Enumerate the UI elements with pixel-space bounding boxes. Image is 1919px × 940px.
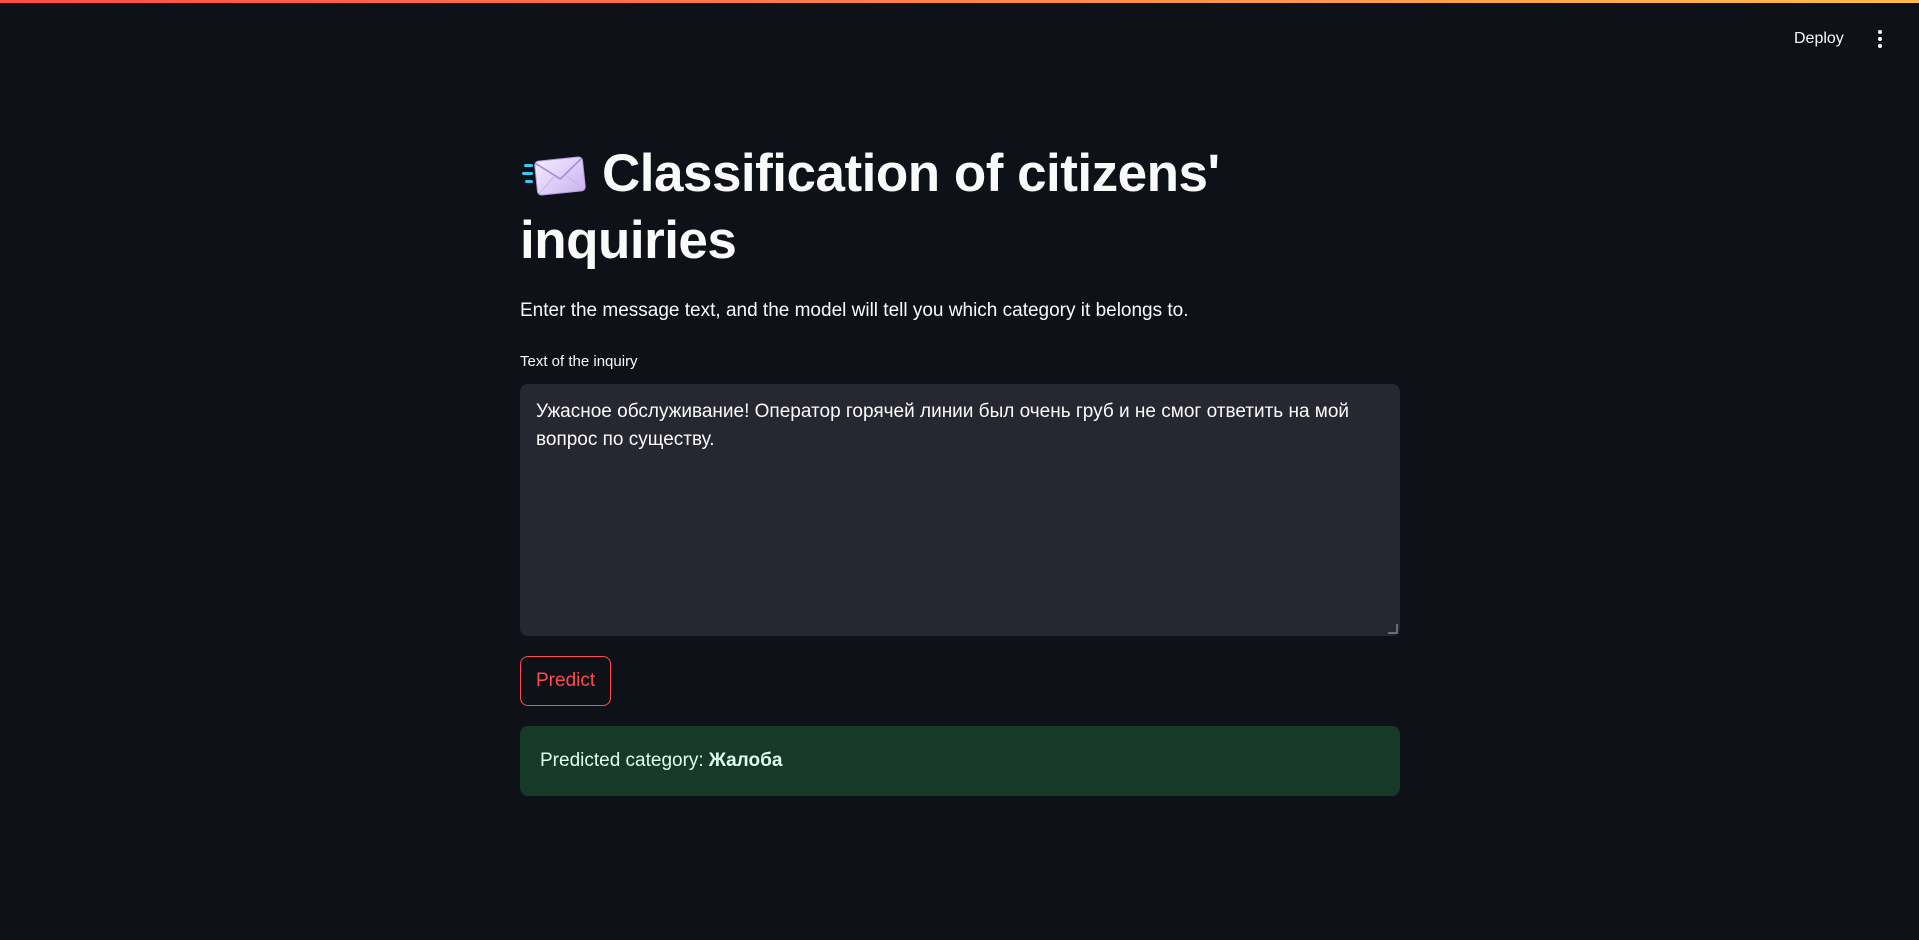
inquiry-text-label: Text of the inquiry xyxy=(520,353,638,370)
main-content: Classification of citizens' inquiries En… xyxy=(520,140,1400,796)
deploy-button[interactable]: Deploy xyxy=(1784,24,1854,54)
resize-handle-icon[interactable] xyxy=(1388,624,1398,634)
predict-button[interactable]: Predict xyxy=(520,656,612,706)
kebab-menu-icon xyxy=(1878,30,1882,48)
main-menu-button[interactable] xyxy=(1866,24,1894,54)
inquiry-textarea[interactable]: Ужасное обслуживание! Оператор горячей л… xyxy=(520,384,1400,636)
page-subtitle: Enter the message text, and the model wi… xyxy=(520,300,1189,321)
app-header: Deploy xyxy=(0,0,1919,60)
prediction-result-prefix: Predicted category: xyxy=(540,750,704,771)
incoming-envelope-icon xyxy=(522,156,586,196)
prediction-result-alert: Predicted category: Жалоба xyxy=(520,726,1400,796)
inquiry-textarea-container: Ужасное обслуживание! Оператор горячей л… xyxy=(520,384,1400,636)
page-title: Classification of citizens' inquiries xyxy=(520,140,1400,274)
prediction-result-value: Жалоба xyxy=(708,750,783,771)
page-title-text: Classification of citizens' inquiries xyxy=(520,144,1220,270)
